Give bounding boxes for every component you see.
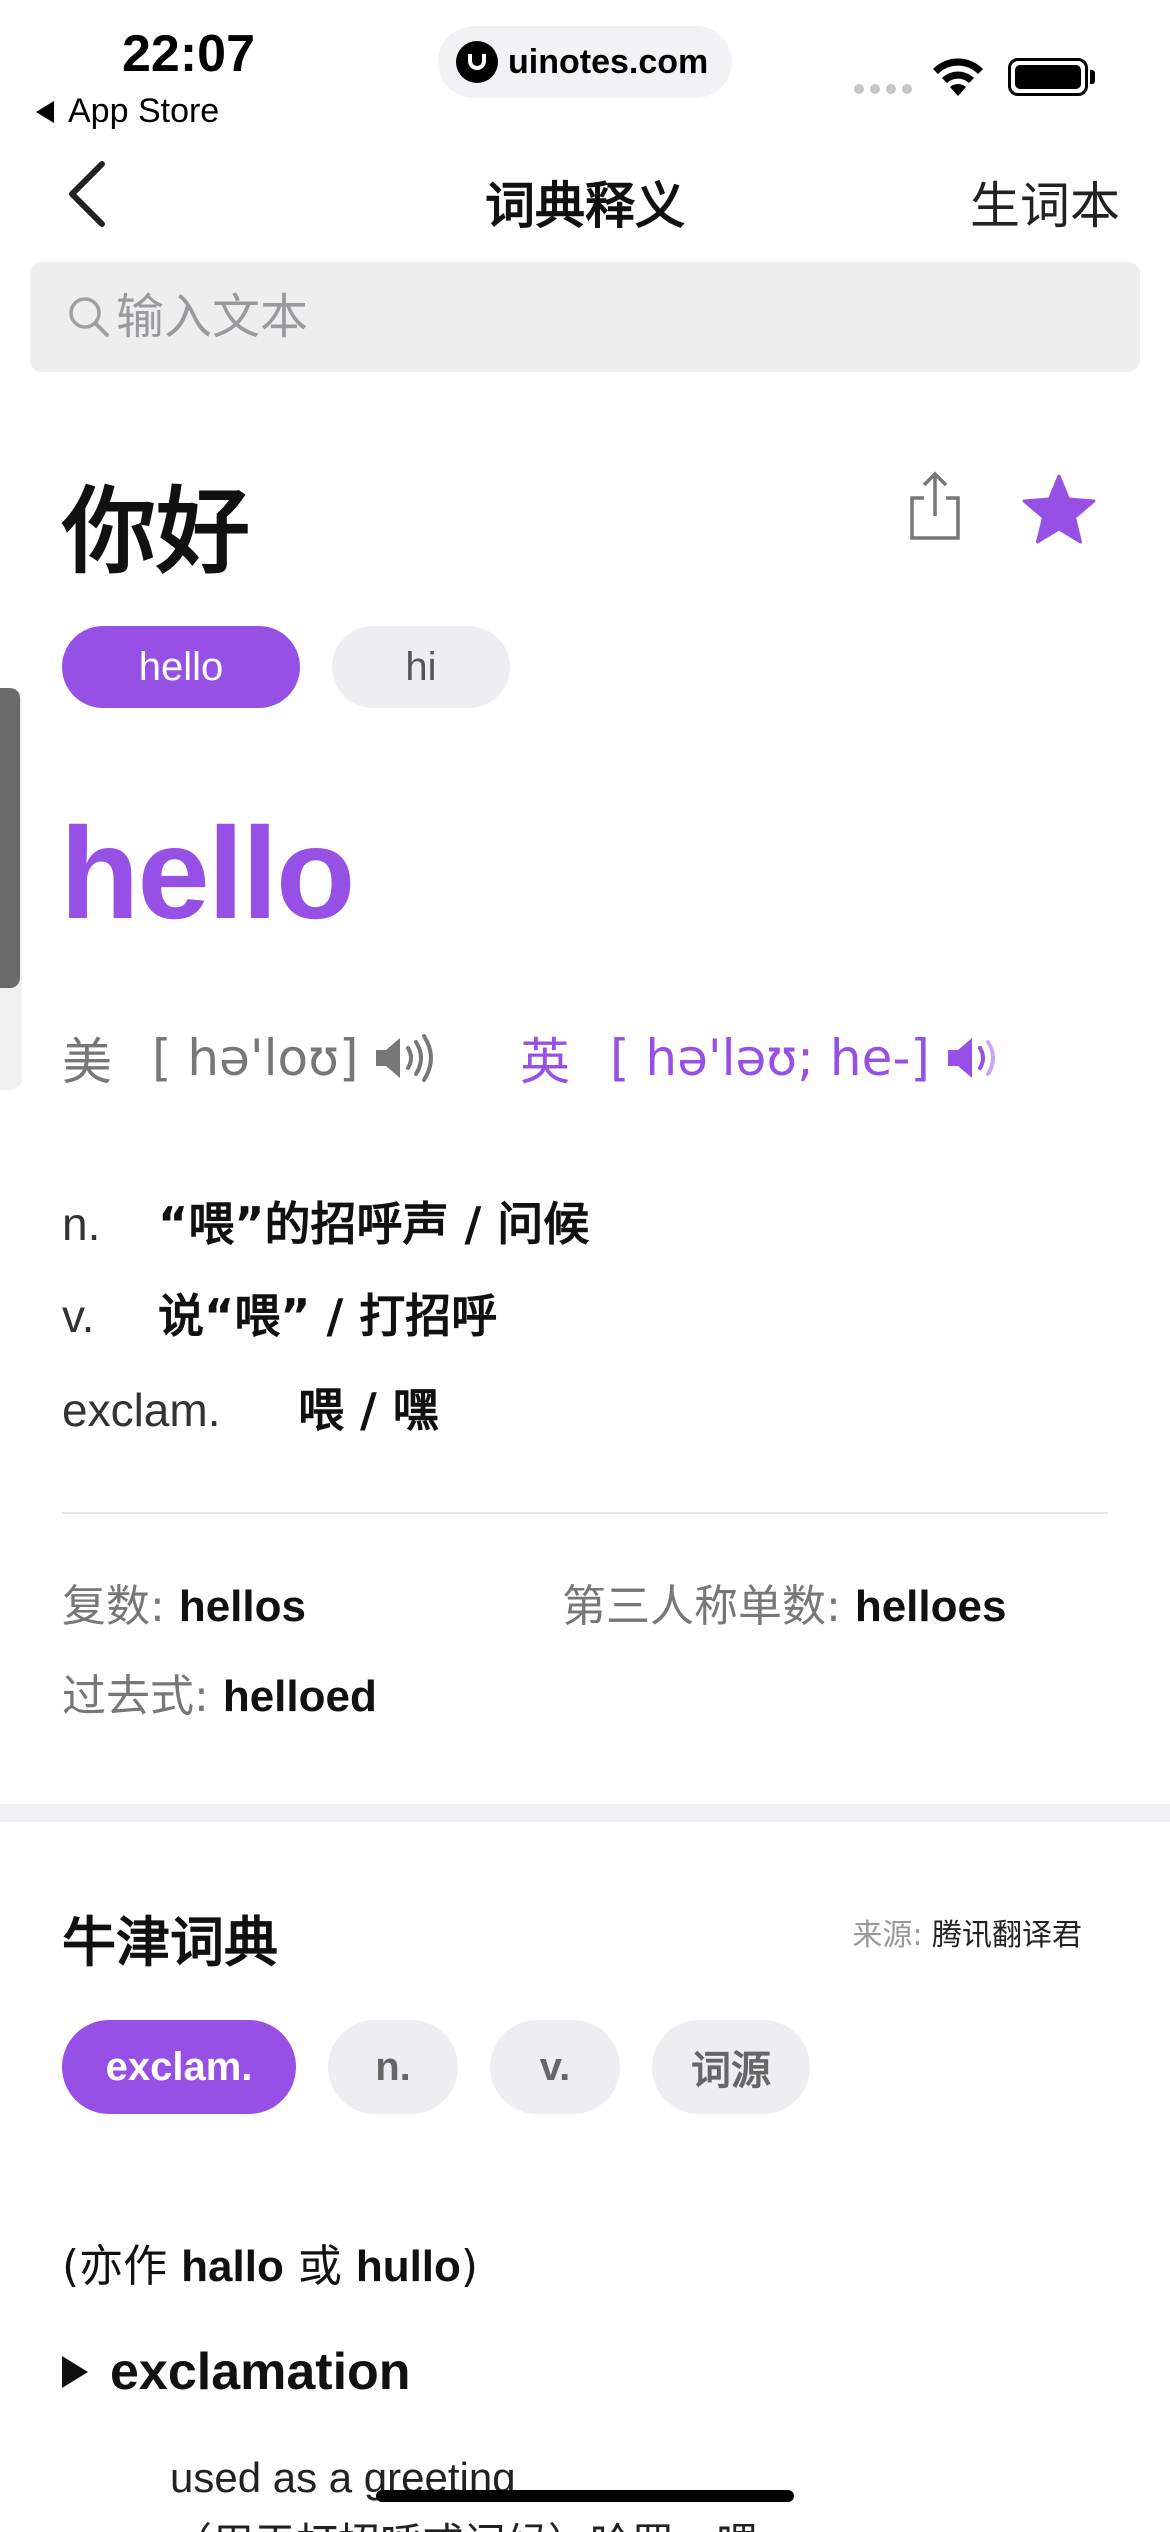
status-time: 22:07 [122, 25, 255, 83]
pron-uk-label: 英 [520, 1033, 570, 1091]
back-app-label: App Store [68, 92, 220, 130]
vocabulary-book-button[interactable]: 生词本 [970, 166, 1120, 238]
also-word: hallo [181, 2242, 284, 2291]
speaker-icon[interactable] [944, 1032, 1006, 1084]
inflection-third-person: 第三人称单数: helloes [562, 1570, 1006, 1634]
definition-row: exclam. 喂 / 嘿 [62, 1374, 439, 1440]
divider [62, 1512, 1108, 1514]
also-spelled: (亦作 hallo 或 hullo) [62, 2230, 478, 2294]
definition-pos: v. [62, 1290, 95, 1342]
inflection-past: 过去式: helloed [62, 1660, 377, 1724]
url-text: uinotes.com [508, 42, 709, 81]
also-suffix: ) [460, 2241, 479, 2292]
search-input[interactable] [116, 289, 1016, 345]
disclosure-triangle-icon [62, 2356, 88, 2388]
tab-verb[interactable]: v. [490, 2020, 620, 2114]
section-separator [0, 1804, 1170, 1822]
battery-icon [1008, 58, 1088, 96]
speaker-icon[interactable] [372, 1032, 434, 1084]
definition-text: 说“喂” / 打招呼 [158, 1289, 498, 1343]
home-indicator[interactable] [376, 2490, 794, 2502]
signal-icon [854, 84, 912, 94]
wifi-icon [933, 58, 983, 96]
headword: 你好 [62, 478, 251, 587]
back-triangle-icon [36, 100, 54, 123]
definition-text: “喂”的招呼声 / 问候 [158, 1197, 590, 1251]
back-to-app-link[interactable]: App Store [36, 92, 219, 131]
site-logo-icon [456, 41, 498, 83]
pos-section-toggle[interactable]: exclamation [62, 2342, 411, 2402]
tab-noun[interactable]: n. [328, 2020, 458, 2114]
pronunciation-uk: 英 [ hə'ləʊ; he-] [520, 1022, 1006, 1094]
translation-chip-hi[interactable]: hi [332, 626, 510, 708]
inflection-label: 过去式: [62, 1671, 209, 1722]
pos-heading: exclamation [110, 2343, 411, 2401]
inflection-value: helloed [222, 1672, 377, 1721]
also-mid: 或 [283, 2241, 356, 2292]
definition-pos: exclam. [62, 1384, 221, 1436]
pron-us-label: 美 [62, 1033, 112, 1091]
selected-word: hello [60, 800, 355, 946]
source-value: 腾讯翻译君 [932, 1918, 1082, 1953]
inflection-label: 第三人称单数: [562, 1581, 841, 1632]
also-prefix: (亦作 [62, 2241, 182, 2292]
definition-pos: n. [62, 1198, 101, 1250]
definition-row: v. 说“喂” / 打招呼 [62, 1280, 497, 1346]
inflection-value: helloes [854, 1582, 1007, 1631]
source-label: 来源: [852, 1918, 923, 1953]
translation-chip-hello[interactable]: hello [62, 626, 300, 708]
inflection-value: hellos [178, 1582, 306, 1631]
definition-text: 喂 / 嘿 [298, 1383, 439, 1437]
also-word: hullo [355, 2242, 461, 2291]
tab-etymology[interactable]: 词源 [652, 2020, 810, 2114]
share-icon[interactable] [906, 470, 964, 542]
scrollbar-thumb[interactable] [0, 688, 20, 988]
search-icon [69, 297, 109, 337]
inflection-label: 复数: [62, 1581, 165, 1632]
search-bar[interactable] [30, 262, 1140, 372]
source-attribution: 来源: 腾讯翻译君 [852, 1910, 1082, 1954]
pron-us-ipa: [ hə'loʊ] [152, 1029, 359, 1087]
inflection-plural: 复数: hellos [62, 1570, 306, 1634]
star-icon[interactable] [1022, 474, 1096, 544]
battery-tip [1090, 70, 1095, 84]
sense-chinese: （用于打招呼或问候）哈罗，喂 [170, 2510, 758, 2532]
definition-row: n. “喂”的招呼声 / 问候 [62, 1188, 589, 1254]
pron-uk-ipa: [ hə'ləʊ; he-] [610, 1029, 930, 1087]
oxford-dictionary-title: 牛津词典 [62, 1911, 278, 1974]
url-badge: uinotes.com [438, 26, 732, 98]
tab-exclam[interactable]: exclam. [62, 2020, 296, 2114]
pronunciation-us: 美 [ hə'loʊ] [62, 1022, 434, 1094]
